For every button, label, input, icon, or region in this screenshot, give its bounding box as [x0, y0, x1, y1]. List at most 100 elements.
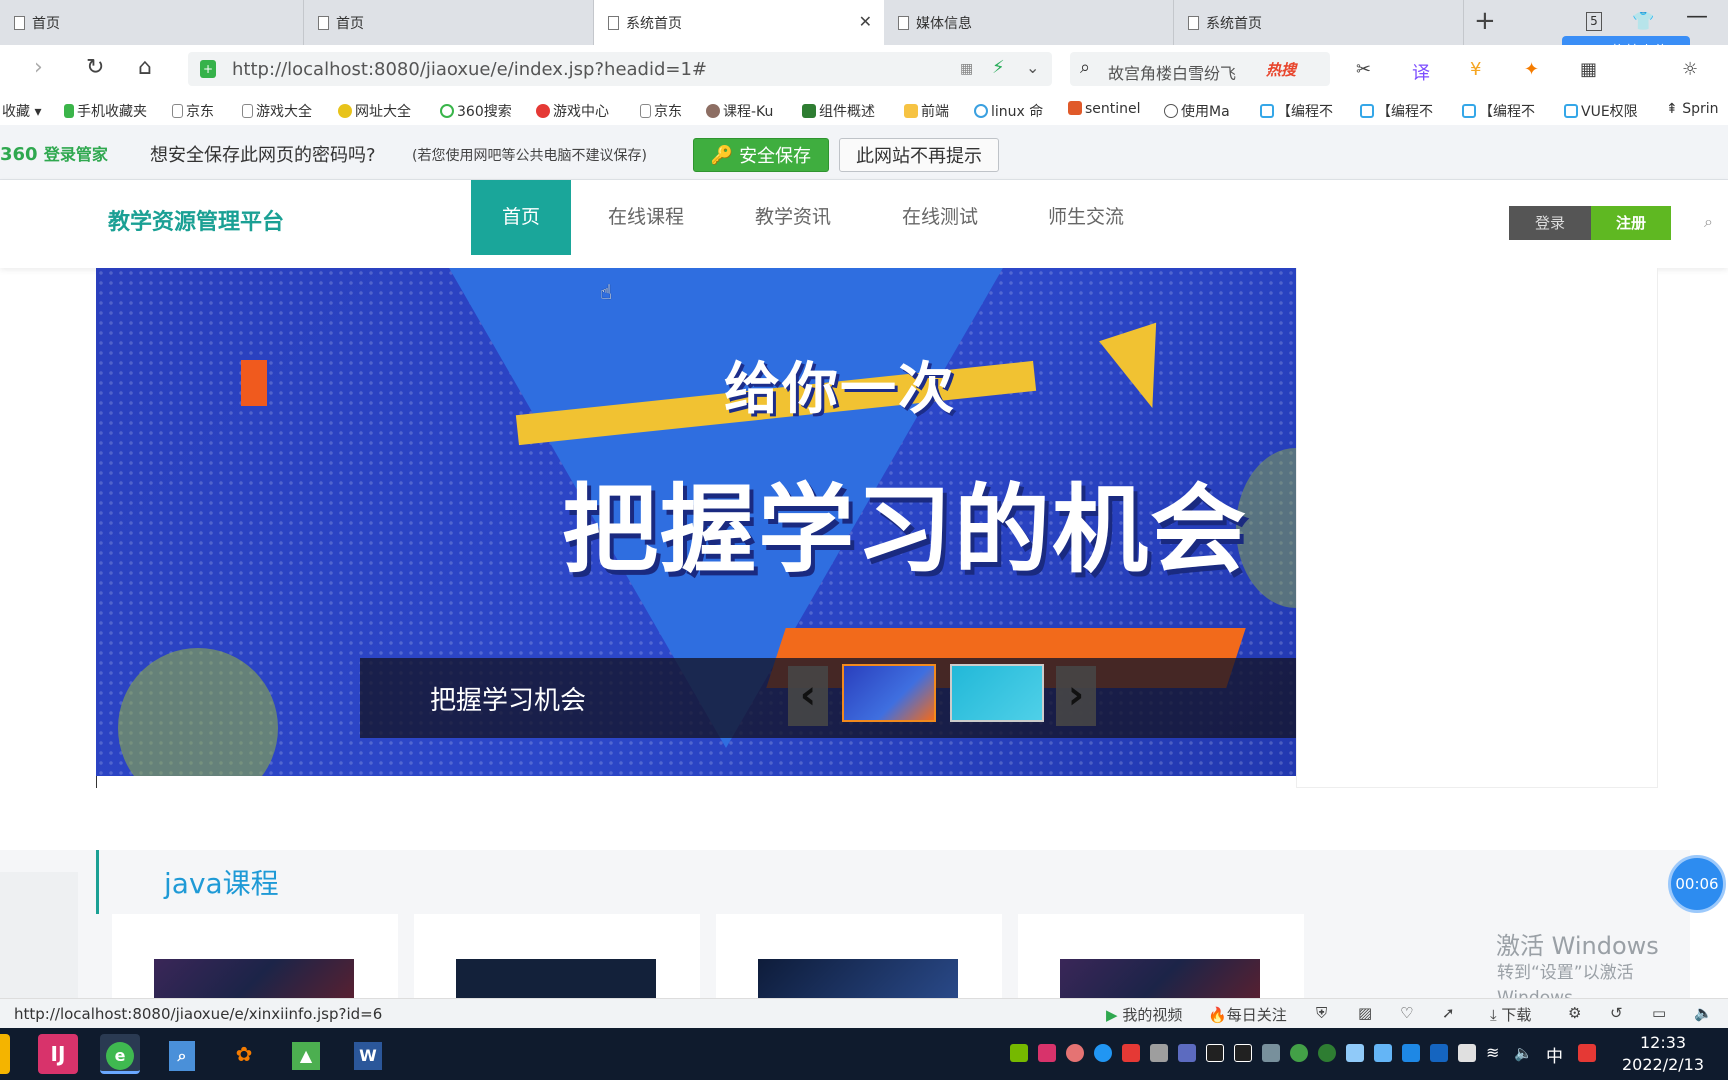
bookmark-item[interactable]: 【编程不	[1462, 101, 1535, 121]
browser-tab-4[interactable]: 媒体信息	[884, 0, 1174, 45]
sync-tray-icon[interactable]	[1094, 1044, 1112, 1062]
browser-360-icon[interactable]: e	[100, 1034, 140, 1074]
bookmark-item[interactable]: ⇞ Sprin	[1666, 101, 1718, 117]
history-icon[interactable]: ↺	[1610, 1004, 1623, 1022]
bookmark-item[interactable]: 360搜索	[440, 101, 512, 121]
scissors-icon[interactable]: ✂	[1356, 59, 1371, 80]
feishu-tray-icon[interactable]	[1402, 1044, 1420, 1062]
bookmark-item[interactable]: linux 命	[974, 101, 1043, 121]
photo-editor-icon[interactable]: ▲	[286, 1034, 326, 1074]
chevron-right-icon[interactable]: ›	[1056, 666, 1096, 726]
input-method-indicator[interactable]: 中	[1546, 1042, 1563, 1067]
health-icon[interactable]: ♡	[1400, 1004, 1413, 1022]
shield-extension-icon[interactable]: ¥	[1470, 59, 1481, 80]
reload-icon[interactable]: ↻	[86, 55, 104, 80]
banner-carousel[interactable]: 给你一次 把握学习的机会 把握学习机会 ‹ ›	[96, 268, 1296, 776]
my-videos-link[interactable]: ▶ 我的视频	[1106, 1004, 1182, 1025]
bookmark-item[interactable]: 【编程不	[1260, 101, 1333, 121]
apps-grid-icon[interactable]: ▦	[1580, 59, 1597, 80]
course-card[interactable]	[414, 914, 700, 1004]
bookmark-item[interactable]: 游戏中心	[536, 101, 609, 121]
settings-icon[interactable]: ⚙	[1568, 1004, 1581, 1022]
explorer-icon[interactable]	[0, 1034, 10, 1074]
volume-icon[interactable]: 🔈	[1694, 1004, 1713, 1022]
security-tray-icon[interactable]	[1122, 1044, 1140, 1062]
shield-icon[interactable]: ⛨	[1316, 1004, 1327, 1022]
never-prompt-button[interactable]: 此网站不再提示	[839, 138, 999, 172]
speed-mode-icon[interactable]: ⚡	[992, 57, 1005, 78]
browser-tab-2[interactable]: 首页	[304, 0, 594, 45]
speaker-icon[interactable]: 🔈	[1514, 1044, 1533, 1062]
nav-home[interactable]: 首页	[471, 180, 571, 255]
qq-tray-icon[interactable]	[1234, 1044, 1252, 1062]
bookmark-item[interactable]: 手机收藏夹	[64, 101, 147, 121]
course-card[interactable]	[1018, 914, 1304, 1004]
nav-teacher-student-chat[interactable]: 师生交流	[1036, 180, 1136, 255]
bookmark-item[interactable]: 前端	[904, 101, 949, 121]
browser-tab-1[interactable]: 首页	[0, 0, 304, 45]
sogou-ime-icon[interactable]	[1578, 1044, 1596, 1062]
nvidia-icon[interactable]	[1010, 1044, 1028, 1062]
qr-code-icon[interactable]: ▦	[960, 61, 973, 77]
search-tool-icon[interactable]: ⌕	[162, 1034, 202, 1074]
browser-tab-5[interactable]: 系统首页	[1174, 0, 1464, 45]
translate-icon[interactable]: 译	[1412, 59, 1430, 85]
address-bar[interactable]: + http://localhost:8080/jiaoxue/e/index.…	[188, 52, 1052, 86]
close-tab-icon[interactable]: ✕	[859, 12, 872, 31]
tab-count-badge[interactable]: 5	[1586, 12, 1602, 31]
bookmark-item[interactable]: 课程-Ku	[706, 101, 773, 121]
bluetooth-tray-icon[interactable]	[1430, 1044, 1448, 1062]
address-url[interactable]: http://localhost:8080/jiaoxue/e/index.js…	[232, 59, 707, 80]
bookmark-item[interactable]: 京东	[172, 101, 214, 121]
chevron-left-icon[interactable]: ‹	[788, 666, 828, 726]
login-button[interactable]: 登录	[1509, 206, 1591, 240]
wifi-icon[interactable]: ≋	[1486, 1044, 1504, 1062]
register-button[interactable]: 注册	[1591, 206, 1671, 240]
cloud-tray-icon[interactable]	[1374, 1044, 1392, 1062]
flower-tray-icon[interactable]	[1066, 1044, 1084, 1062]
recording-timer[interactable]: 00:06	[1668, 855, 1726, 913]
carousel-thumb-2[interactable]	[950, 664, 1044, 722]
safe-save-button[interactable]: 🔑 安全保存	[693, 138, 829, 172]
download-link[interactable]: ⤓ 下载	[1490, 1004, 1531, 1025]
browser-search-box[interactable]: ⌕ 故宫角楼白雪纷飞 热搜	[1070, 52, 1330, 86]
home-icon[interactable]: ⌂	[138, 55, 152, 80]
carousel-thumb-1[interactable]	[842, 664, 936, 722]
nav-online-test[interactable]: 在线测试	[890, 180, 990, 255]
battery-icon[interactable]	[1458, 1044, 1476, 1062]
daily-follow-link[interactable]: 🔥每日关注	[1208, 1004, 1287, 1025]
course-card[interactable]	[112, 914, 398, 1004]
tray-intellij-icon[interactable]	[1038, 1044, 1056, 1062]
site-logo[interactable]: 教学资源管理平台	[108, 204, 284, 236]
bookmark-item[interactable]: 【编程不	[1360, 101, 1433, 121]
green-tray-icon[interactable]	[1318, 1044, 1336, 1062]
bookmark-item[interactable]: sentinel	[1068, 101, 1141, 117]
brightness-icon[interactable]: ☼	[1682, 59, 1698, 80]
search-icon[interactable]: ⌕	[1704, 212, 1713, 232]
display-tray-icon[interactable]	[1346, 1044, 1364, 1062]
search-input[interactable]: 故宫角楼白雪纷飞	[1108, 60, 1236, 84]
qq-tray-icon[interactable]	[1206, 1044, 1224, 1062]
hot-search-badge[interactable]: 热搜	[1266, 59, 1296, 80]
course-card[interactable]	[716, 914, 1002, 1004]
skin-shirt-icon[interactable]: 👕	[1632, 11, 1654, 32]
network-off-tray-icon[interactable]	[1262, 1044, 1280, 1062]
word-icon[interactable]: W	[348, 1034, 388, 1074]
bookmark-item[interactable]: 网址大全	[338, 101, 411, 121]
system-clock[interactable]: 12:33 2022/2/13	[1622, 1032, 1704, 1076]
bookmark-item[interactable]: 组件概述	[802, 101, 875, 121]
satellite-tray-icon[interactable]	[1150, 1044, 1168, 1062]
bookmark-item[interactable]: 收藏 ▾	[2, 101, 41, 121]
minimize-window-icon[interactable]: —	[1686, 4, 1708, 29]
new-tab-plus-icon[interactable]: +	[1474, 6, 1496, 36]
game-extension-icon[interactable]: ✦	[1524, 59, 1539, 80]
bookmark-item[interactable]: 游戏大全	[242, 101, 312, 121]
window-icon[interactable]: ▭	[1652, 1004, 1666, 1022]
browser-tab-3[interactable]: 系统首页 ✕	[594, 0, 884, 45]
paint-icon[interactable]: ✿	[224, 1034, 264, 1074]
file-tray-icon[interactable]	[1178, 1044, 1196, 1062]
rocket-icon[interactable]: ➚	[1442, 1004, 1455, 1022]
wechat-tray-icon[interactable]	[1290, 1044, 1308, 1062]
chevron-down-icon[interactable]: ⌄	[1026, 58, 1039, 77]
bookmark-item[interactable]: 使用Ma	[1164, 101, 1230, 121]
